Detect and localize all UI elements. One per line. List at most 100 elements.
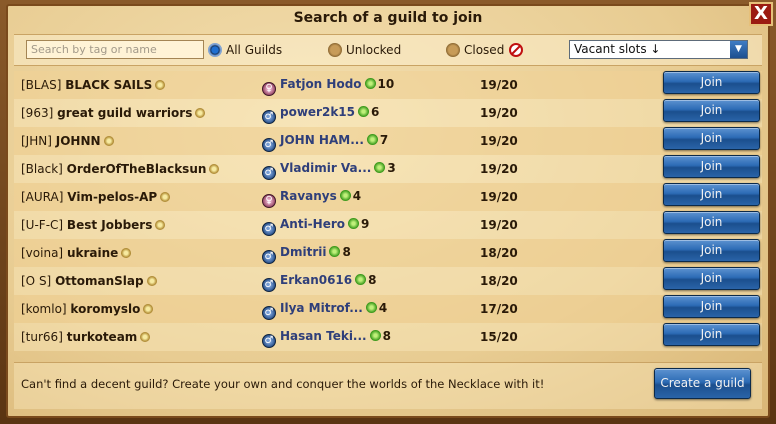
join-button[interactable]: Join <box>663 183 760 206</box>
guild-emblem-icon <box>140 332 151 342</box>
male-icon: ♂ <box>262 166 276 180</box>
radio-unlocked-label: Unlocked <box>346 43 402 57</box>
join-button[interactable]: Join <box>663 99 760 122</box>
footer-panel: Can't find a decent guild? Create your o… <box>14 362 762 409</box>
search-input[interactable] <box>26 40 204 59</box>
prohibited-icon <box>509 43 524 57</box>
radio-unlocked[interactable]: Unlocked <box>328 42 401 58</box>
radio-selected-icon <box>208 43 222 57</box>
guild-title: great guild warriors <box>57 106 193 120</box>
leader-name[interactable]: Ravanys <box>280 189 337 203</box>
guild-name: [JHN] JOHNN <box>21 134 114 148</box>
guild-title: OrderOfTheBlacksun <box>66 162 207 176</box>
guild-tag: [AURA] <box>21 190 64 204</box>
leader-name[interactable]: Anti-Hero <box>280 217 345 231</box>
leader-name[interactable]: power2k15 <box>280 105 355 119</box>
guild-title: OttomanSlap <box>55 274 144 288</box>
guild-emblem-icon <box>155 220 166 230</box>
level-icon <box>348 218 360 229</box>
level-icon <box>339 190 351 201</box>
radio-unselected-icon <box>446 43 460 57</box>
guild-title: JOHNN <box>55 134 101 148</box>
guild-tag: [voina] <box>21 246 64 260</box>
radio-closed-label: Closed <box>464 43 505 57</box>
guild-emblem-icon <box>143 304 154 314</box>
guild-emblem-icon <box>121 248 132 258</box>
table-row: [U-F-C] Best Jobbers ♂ Anti-Hero 9 19/20 Join <box>14 211 762 239</box>
level-icon <box>365 302 377 313</box>
guild-slots: 17/20 <box>480 302 518 316</box>
female-icon: ♀ <box>262 82 276 96</box>
leader-level: 3 <box>387 161 396 175</box>
join-button[interactable]: Join <box>663 267 760 290</box>
radio-all-guilds-label: All Guilds <box>226 43 283 57</box>
join-button[interactable]: Join <box>663 211 760 234</box>
leader-name[interactable]: Erkan0616 <box>280 273 352 287</box>
leader-level: 6 <box>371 105 380 119</box>
guild-emblem-icon <box>146 276 157 286</box>
table-row: [BLAS] BLACK SAILS ♀ Fatjon Hodo 10 19/20 Joi… <box>14 71 762 99</box>
table-row: [O S] OttomanSlap ♂ Erkan0616 8 18/20 Join <box>14 267 762 295</box>
radio-all-guilds[interactable]: All Guilds <box>208 42 282 58</box>
leader-name[interactable]: Ilya Mitrof... <box>280 301 363 315</box>
filter-bar: All Guilds Unlocked Closed Vacant slots … <box>14 34 762 66</box>
table-row: [tur66] turkoteam ♂ Hasan Teki... 8 15/20 Joi… <box>14 323 762 351</box>
join-button[interactable]: Join <box>663 71 760 94</box>
guild-leader: ♂ Dmitrii 8 <box>262 245 351 264</box>
male-icon: ♂ <box>262 110 276 124</box>
leader-level: 10 <box>377 77 395 91</box>
leader-level: 8 <box>382 329 391 343</box>
male-icon: ♂ <box>262 222 276 236</box>
guild-emblem-icon <box>209 164 220 174</box>
guild-title: BLACK SAILS <box>65 78 153 92</box>
guild-name: [AURA] Vim-pelos-AP <box>21 190 171 204</box>
join-button[interactable]: Join <box>663 295 760 318</box>
radio-closed[interactable]: Closed <box>446 42 524 58</box>
join-button[interactable]: Join <box>663 127 760 150</box>
table-row: [JHN] JOHNN ♂ JOHN HAM... 7 19/20 Join <box>14 127 762 155</box>
level-icon <box>329 246 341 257</box>
male-icon: ♂ <box>262 138 276 152</box>
male-icon: ♂ <box>262 334 276 348</box>
join-button[interactable]: Join <box>663 323 760 346</box>
guild-leader: ♂ Hasan Teki... 8 <box>262 329 391 348</box>
close-button[interactable]: X <box>749 2 773 26</box>
leader-name[interactable]: JOHN HAM... <box>280 133 364 147</box>
male-icon: ♂ <box>262 278 276 292</box>
sort-value: Vacant slots ↓ <box>574 42 661 56</box>
guild-leader: ♂ Erkan0616 8 <box>262 273 377 292</box>
guild-leader: ♂ Anti-Hero 9 <box>262 217 369 236</box>
chevron-down-icon[interactable]: ▼ <box>730 41 747 58</box>
leader-name[interactable]: Vladimir Va... <box>280 161 371 175</box>
leader-name[interactable]: Hasan Teki... <box>280 329 367 343</box>
guild-slots: 18/20 <box>480 246 518 260</box>
guild-title: Best Jobbers <box>66 218 153 232</box>
guild-tag: [BLAS] <box>21 78 62 92</box>
leader-level: 8 <box>368 273 377 287</box>
guild-emblem-icon <box>160 192 171 202</box>
table-row: [Black] OrderOfTheBlacksun ♂ Vladimir Va..… <box>14 155 762 183</box>
level-icon <box>355 274 367 285</box>
guild-tag: [JHN] <box>21 134 52 148</box>
table-row: [voina] ukraine ♂ Dmitrii 8 18/20 Join <box>14 239 762 267</box>
join-button[interactable]: Join <box>663 155 760 178</box>
sort-dropdown[interactable]: Vacant slots ↓ ▼ <box>569 40 748 59</box>
dialog-frame: Search of a guild to join X All Guilds U… <box>0 0 776 424</box>
male-icon: ♂ <box>262 306 276 320</box>
leader-name[interactable]: Fatjon Hodo <box>280 77 362 91</box>
male-icon: ♂ <box>262 250 276 264</box>
guild-slots: 18/20 <box>480 274 518 288</box>
guild-name: [O S] OttomanSlap <box>21 274 157 288</box>
create-guild-button[interactable]: Create a guild <box>654 368 751 399</box>
guild-slots: 19/20 <box>480 134 518 148</box>
table-row: [komlo] koromyslo ♂ Ilya Mitrof... 4 17/20 Jo… <box>14 295 762 323</box>
guild-name: [voina] ukraine <box>21 246 132 260</box>
guild-leader: ♂ Vladimir Va... 3 <box>262 161 396 180</box>
join-button[interactable]: Join <box>663 239 760 262</box>
guild-slots: 19/20 <box>480 218 518 232</box>
level-icon <box>364 78 376 89</box>
leader-level: 4 <box>352 189 362 203</box>
leader-name[interactable]: Dmitrii <box>280 245 326 259</box>
guild-name: [komlo] koromyslo <box>21 302 154 316</box>
guild-name: [963] great guild warriors <box>21 106 206 120</box>
